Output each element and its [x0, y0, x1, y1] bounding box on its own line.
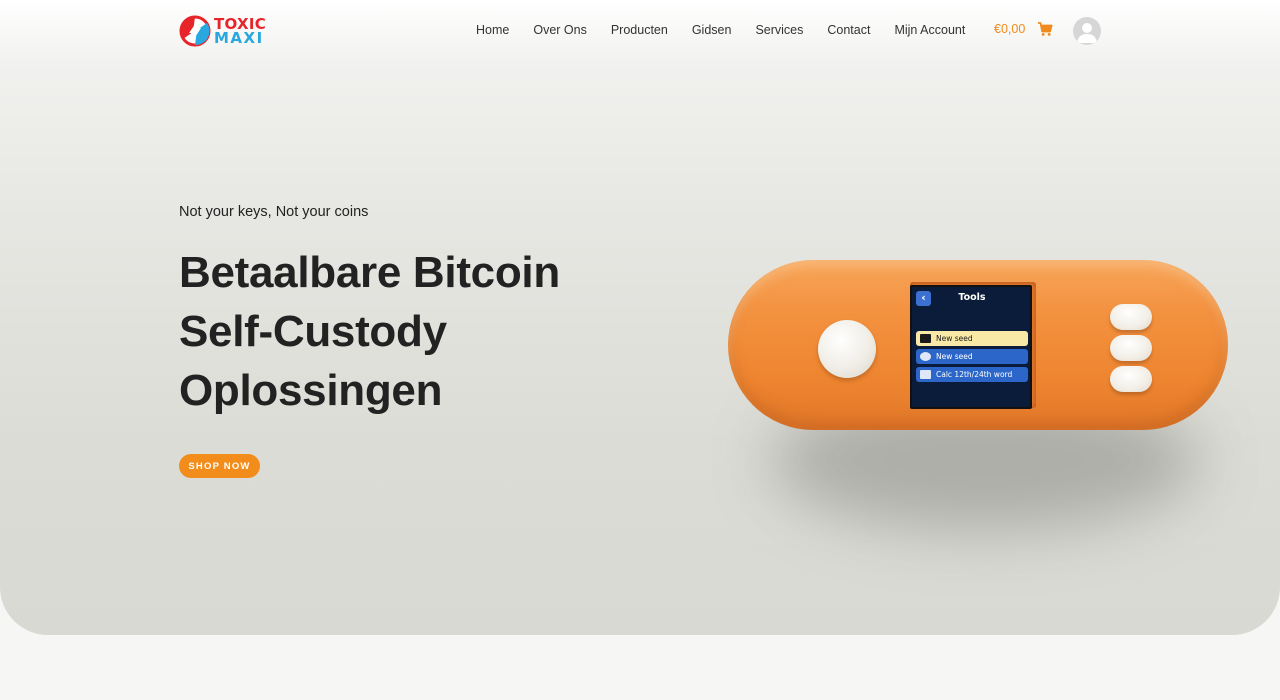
headline-line-1: Betaalbare Bitcoin	[179, 248, 560, 297]
hero-tagline: Not your keys, Not your coins	[179, 204, 369, 220]
screen-menu-item: Calc 12th/24th word	[916, 367, 1028, 382]
nav-home[interactable]: Home	[464, 20, 521, 42]
device-button-3	[1110, 366, 1152, 392]
hero-section: TOXIC MAXI Home Over Ons Producten Gidse…	[0, 0, 1280, 635]
nav-gidsen[interactable]: Gidsen	[680, 20, 744, 42]
device-button-2	[1110, 335, 1152, 361]
nav-over-ons[interactable]: Over Ons	[521, 20, 599, 42]
cart-icon	[1038, 22, 1053, 36]
dice-icon	[920, 352, 931, 361]
hero-headline: Betaalbare Bitcoin Self-Custody Oplossin…	[179, 243, 619, 420]
screen-menu-item: New seed	[916, 349, 1028, 364]
headline-line-2: Self-Custody	[179, 307, 447, 356]
cart-total: €0,00	[994, 22, 1026, 36]
logo-text-line2: MAXI	[214, 29, 264, 47]
camera-icon	[920, 334, 931, 343]
nav-producten[interactable]: Producten	[599, 20, 680, 42]
cart-link[interactable]: €0,00	[994, 21, 1053, 37]
site-header: TOXIC MAXI Home Over Ons Producten Gidse…	[0, 0, 1280, 62]
hardware-wallet-image: ‹ Tools New seed New seed Calc 12th/24th…	[700, 240, 1260, 580]
nav-services[interactable]: Services	[743, 20, 815, 42]
nav-mijn-account[interactable]: Mijn Account	[882, 20, 977, 42]
main-nav: Home Over Ons Producten Gidsen Services …	[464, 20, 977, 42]
logo-bolt-icon	[179, 15, 211, 47]
screen-menu-item: New seed	[916, 331, 1028, 346]
device-button-1	[1110, 304, 1152, 330]
screen-title: Tools	[958, 292, 986, 303]
headline-line-3: Oplossingen	[179, 366, 443, 415]
device-screen: ‹ Tools New seed New seed Calc 12th/24th…	[910, 285, 1032, 409]
shop-now-button[interactable]: SHOP NOW	[179, 454, 260, 478]
nav-contact[interactable]: Contact	[815, 20, 882, 42]
site-logo[interactable]: TOXIC MAXI	[179, 14, 279, 48]
device-joystick	[818, 320, 876, 378]
keyboard-icon	[920, 370, 931, 379]
user-avatar-icon[interactable]	[1073, 17, 1101, 45]
